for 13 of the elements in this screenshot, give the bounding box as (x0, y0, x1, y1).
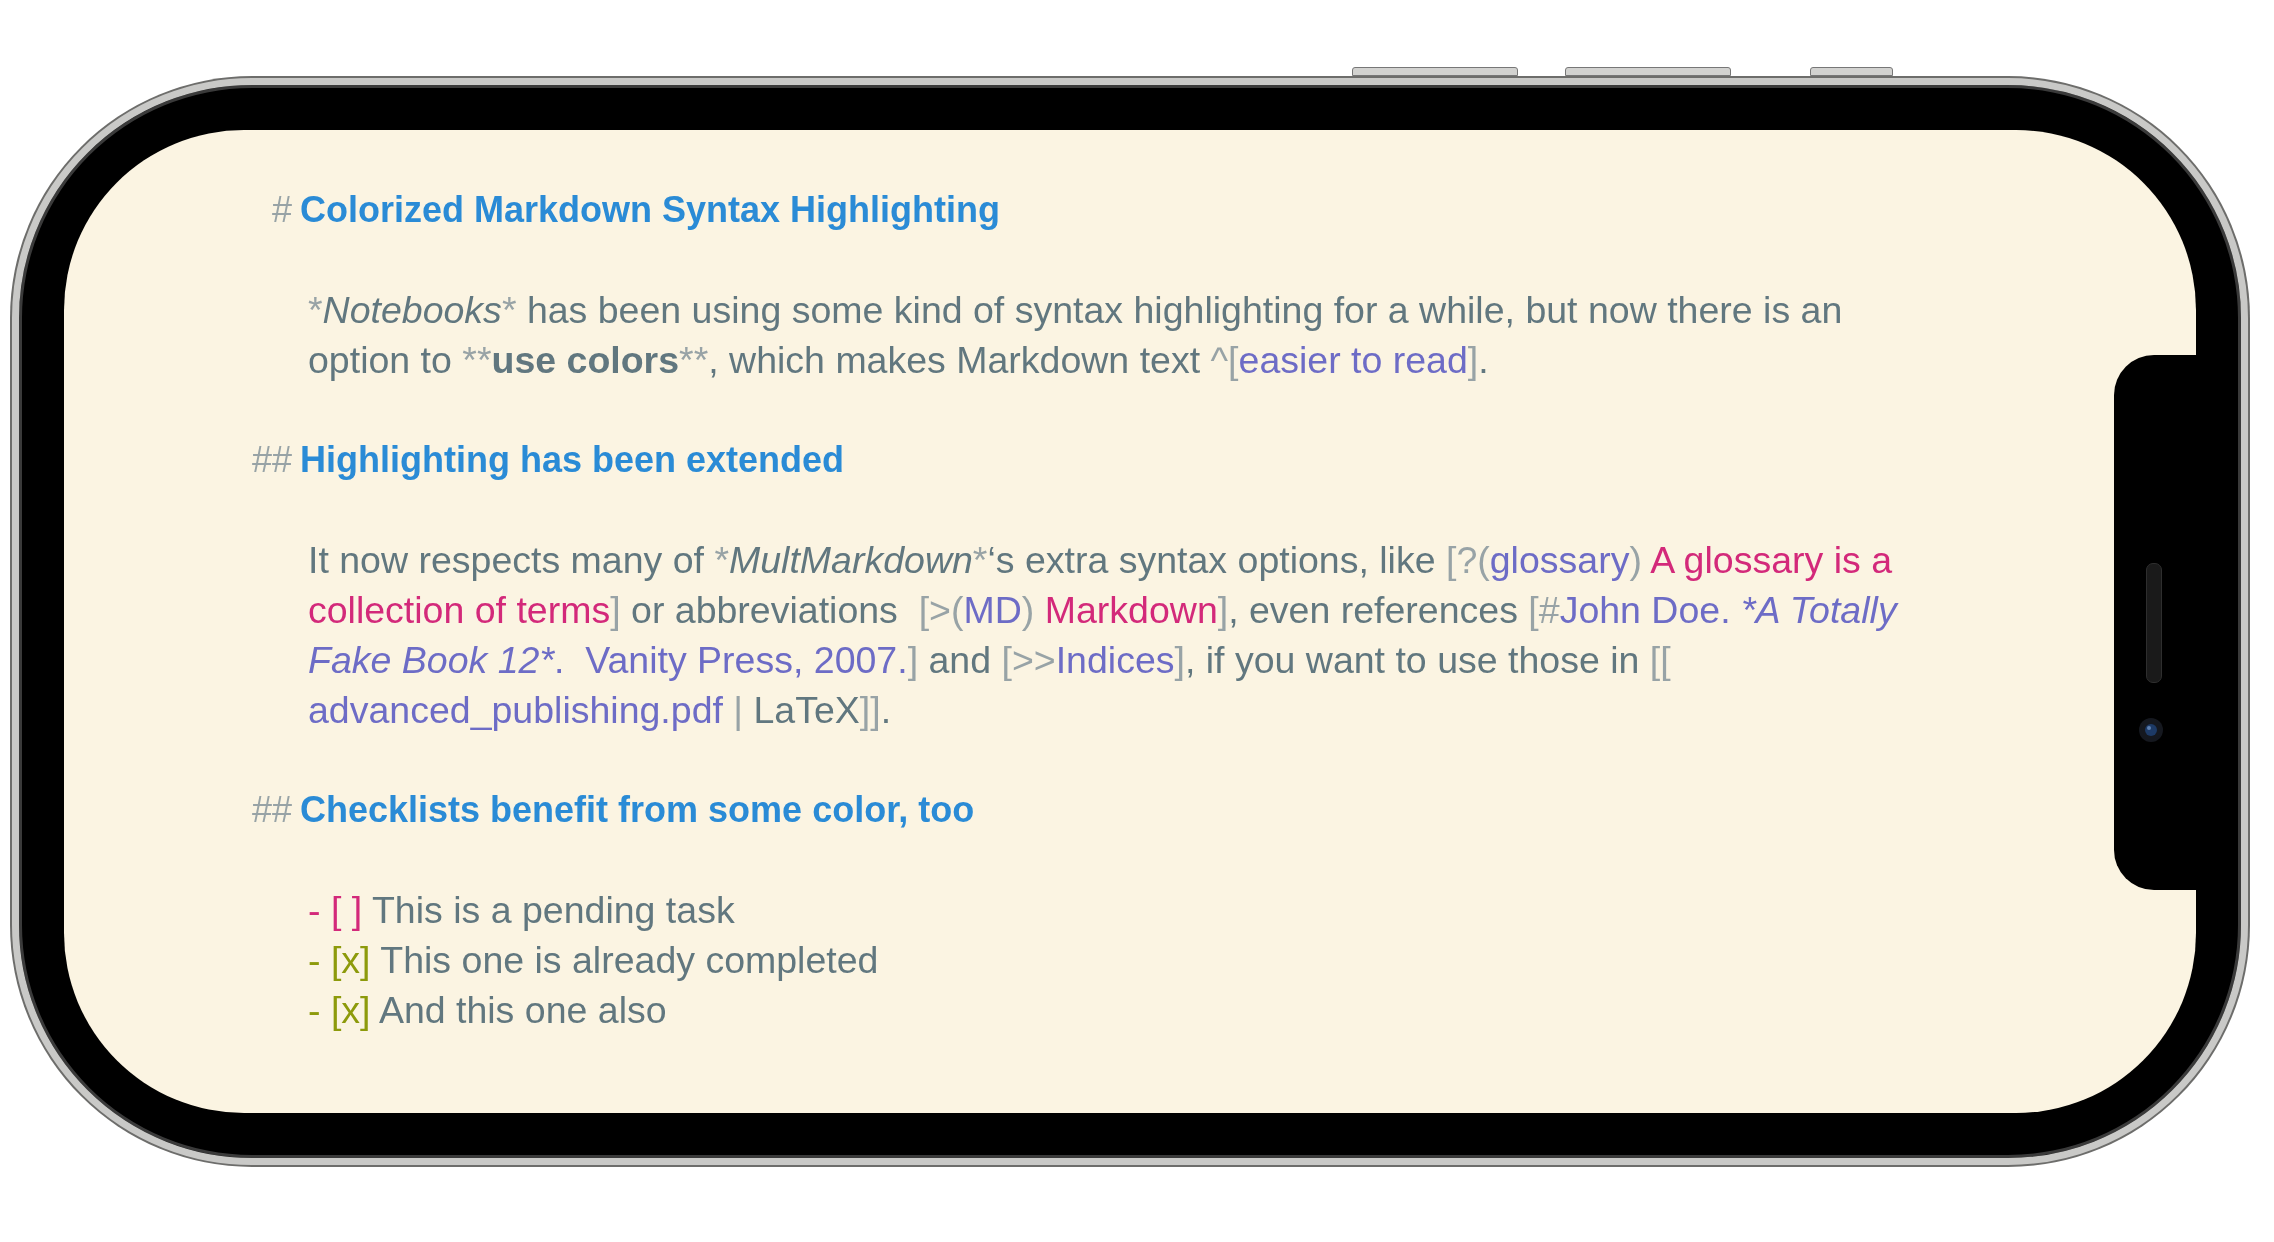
heading: Highlighting has been extended (300, 438, 845, 482)
heading: Colorized Markdown Syntax Highlighting (300, 188, 1000, 232)
paragraph: It now respects many of *MultMarkdown*‘s extra syntax options, like [?(glossary) A glossary is a collection of terms] or abbreviations [>(MD) Markdown], even references [#John Doe. *A Totally Fake Book 12*. Vanity Press, 2007.] and [>>Indices], if you want to use those in [[ advanced_publishing.pdf | LaTeX]]. (308, 538, 1900, 733)
speaker-grille-icon (2146, 563, 2162, 683)
paragraph: *Notebooks* has been using some kind of syntax highlighting for a while, but now there is an option to **use colors**, which makes Markdown text ^[easier to read]. (308, 288, 1844, 383)
checklist-item[interactable]: - [x] This one is already completed (308, 935, 879, 985)
heading-marker: ## (251, 438, 292, 482)
heading-marker: ## (251, 788, 292, 832)
heading-marker: # (271, 188, 292, 232)
checklist-item[interactable]: - [x] And this one also (308, 985, 667, 1035)
checklist-item[interactable]: - [ ] This is a pending task (308, 885, 735, 935)
heading: Checklists benefit from some color, too (300, 788, 975, 832)
camera-icon (2138, 717, 2164, 743)
